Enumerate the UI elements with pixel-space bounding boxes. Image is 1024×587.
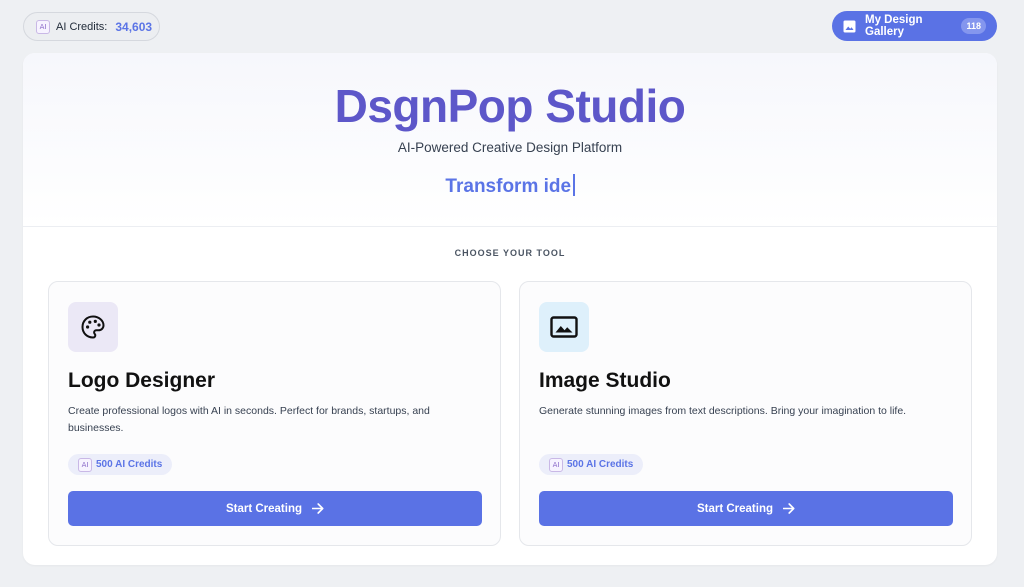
text-cursor	[573, 174, 575, 196]
palette-icon	[81, 315, 105, 339]
start-creating-button[interactable]: Start Creating	[539, 491, 953, 526]
tool-title: Logo Designer	[68, 369, 216, 392]
main-card: DsgnPop Studio AI-Powered Creative Desig…	[23, 53, 997, 565]
tool-card-image-studio[interactable]: Image Studio Generate stunning images fr…	[519, 281, 972, 546]
gallery-label: My Design Gallery	[865, 14, 923, 38]
my-design-gallery-button[interactable]: My Design Gallery 118	[832, 11, 997, 41]
credits-value: 34,603	[115, 19, 153, 34]
hero-section: DsgnPop Studio AI-Powered Creative Desig…	[23, 53, 997, 227]
tool-icon-container	[68, 302, 118, 352]
typing-text: Transform ide	[445, 176, 572, 197]
ai-chip-icon: AI	[549, 457, 563, 472]
start-creating-button[interactable]: Start Creating	[68, 491, 482, 526]
credit-cost-badge: AI 500 AI Credits	[539, 454, 643, 475]
tool-card-logo-designer[interactable]: Logo Designer Create professional logos …	[48, 281, 501, 546]
start-creating-label: Start Creating	[696, 502, 774, 515]
tool-icon-container	[539, 302, 589, 352]
app-title: DsgnPop Studio	[334, 80, 686, 132]
tool-description: Create professional logos with AI in sec…	[68, 405, 430, 434]
ai-credits-indicator: AI AI Credits: 34,603	[23, 12, 160, 41]
typing-tagline: Transform ide	[23, 174, 997, 198]
gallery-count-badge: 118	[961, 18, 986, 34]
ai-chip-icon: AI	[36, 19, 50, 34]
credit-cost-badge: AI 500 AI Credits	[68, 454, 172, 475]
tool-title: Image Studio	[539, 369, 671, 392]
credit-cost-text: 500 AI Credits	[567, 459, 634, 470]
ai-chip-icon: AI	[78, 457, 92, 472]
image-icon	[550, 316, 578, 338]
credit-cost-text: 500 AI Credits	[96, 459, 163, 470]
section-heading: CHOOSE YOUR TOOL	[454, 248, 566, 258]
arrow-right-icon	[312, 503, 324, 514]
tool-description: Generate stunning images from text descr…	[539, 405, 907, 417]
start-creating-label: Start Creating	[225, 502, 303, 515]
app-subtitle: AI-Powered Creative Design Platform	[397, 140, 623, 155]
credits-label: AI Credits:	[56, 20, 108, 33]
gallery-icon	[843, 20, 856, 32]
arrow-right-icon	[783, 503, 795, 514]
